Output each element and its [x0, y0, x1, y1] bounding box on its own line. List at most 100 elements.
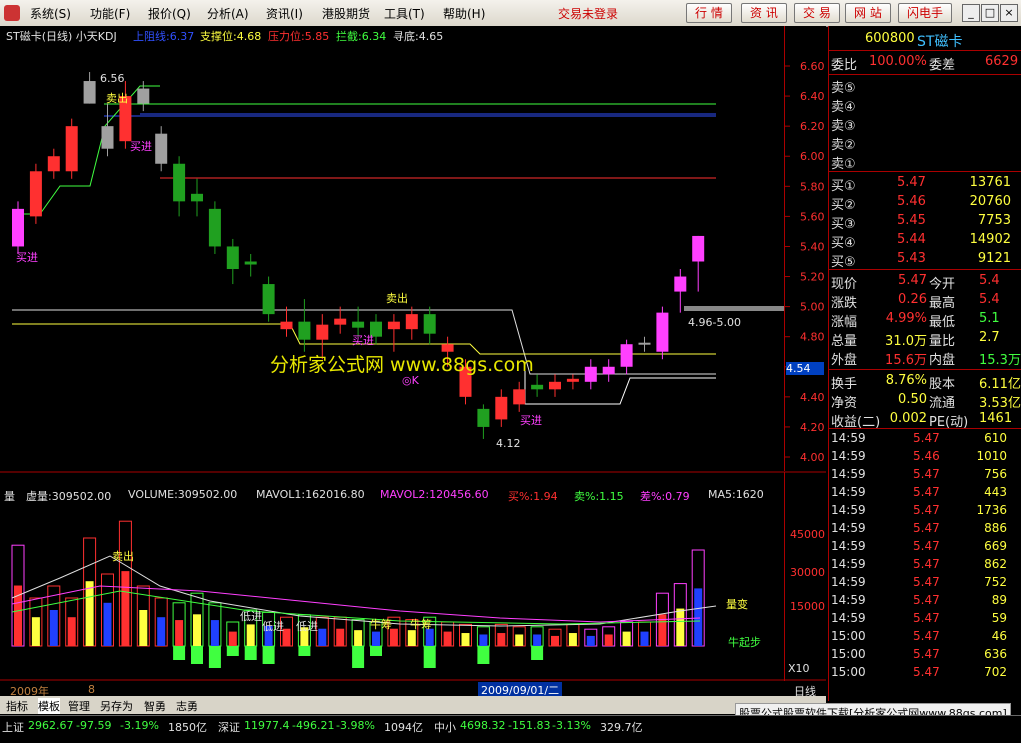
mavol2-line — [11, 585, 701, 623]
tab-template[interactable]: 模板 — [38, 698, 60, 714]
trade-button[interactable]: 交 易 — [794, 3, 840, 23]
menu-system[interactable]: 系统(S) — [30, 5, 71, 22]
menu-info[interactable]: 资讯(I) — [266, 5, 303, 22]
price-tick: 5.80 — [800, 180, 825, 193]
quote-button[interactable]: 行 情 — [686, 3, 732, 23]
tick-volume: 752 — [984, 575, 1007, 589]
index-name: 深证 — [218, 721, 240, 734]
volume-bar-fill — [622, 631, 631, 646]
stock-name: ST磁卡 — [917, 34, 963, 50]
price-tick: 6.20 — [800, 120, 825, 133]
stat2-row: 收益(二) 0.002 PE(动) 1461 — [829, 410, 1021, 430]
buy-level-price: 5.45 — [897, 213, 926, 228]
index-change: -151.83 — [508, 719, 551, 732]
volume-bar-fill — [193, 614, 201, 646]
mavol2-label: MAVOL2:120456.60 — [380, 488, 489, 501]
stat-value: 4.99% — [885, 311, 927, 326]
index-name: 中小 — [434, 721, 456, 734]
stat-value-2: 2.7 — [979, 330, 1000, 345]
vol-axis-45000: 45000 — [790, 528, 825, 541]
buy-level-row: 买⑤ 5.43 9121 — [829, 250, 1021, 270]
stat-value: 31.0万 — [885, 334, 927, 349]
stat2-value: 0.50 — [898, 392, 927, 407]
index-name: 上证 — [2, 721, 24, 734]
volume-bar-down — [244, 646, 257, 660]
menu-analysis[interactable]: 分析(A) — [207, 5, 249, 22]
volume-bar-fill — [407, 630, 416, 646]
menu-quote[interactable]: 报价(Q) — [148, 5, 191, 22]
tab-indicator[interactable]: 指标 — [6, 698, 28, 714]
current-price-tag: 4.54 — [786, 362, 824, 375]
chart-area[interactable]: 6.60 6.40 6.20 6.00 5.80 5.60 5.40 5.20 5.00 4.80… — [0, 26, 826, 681]
stat2-label: 净资 — [831, 396, 858, 411]
buy-level-price: 5.43 — [897, 251, 926, 266]
zoom-x10[interactable]: X10 — [788, 662, 810, 675]
tick-time: 15:00 — [831, 629, 866, 643]
volume-axis-border — [784, 472, 785, 681]
stat-label-2: 量比 — [929, 334, 956, 349]
upper-resistance-label: 上阻线:6.37 — [133, 30, 195, 43]
sell5-label: 卖⑤ — [831, 81, 856, 96]
vol-lowbuy-3: 低进 — [296, 620, 318, 633]
candle-body — [584, 366, 597, 382]
minimize-button[interactable]: _ — [962, 4, 980, 22]
trade-status: 交易未登录 — [558, 7, 619, 21]
tab-zhiyong-1[interactable]: 智勇 — [144, 698, 166, 714]
buy-level-label: 买⑤ — [831, 255, 856, 270]
buy-level-label: 买② — [831, 198, 856, 213]
candle-body — [83, 81, 96, 104]
close-button[interactable]: × — [1000, 4, 1018, 22]
tick-time: 14:59 — [831, 467, 866, 481]
menu-bar: 系统(S) 功能(F) 报价(Q) 分析(A) 资讯(I) 港股期货 工具(T)… — [0, 0, 1021, 27]
menu-help[interactable]: 帮助(H) — [443, 5, 485, 22]
tick-row: 14:59 5.47 59 — [829, 610, 1021, 628]
volume-bar-fill — [461, 633, 470, 646]
tab-save-as[interactable]: 另存为 — [100, 698, 133, 714]
vol-change-label: 量变 — [726, 598, 748, 611]
flash-button[interactable]: 闪电手 — [898, 3, 953, 23]
volume-bar-down — [262, 646, 275, 664]
tick-price: 5.47 — [913, 539, 940, 553]
tick-price: 5.47 — [913, 521, 940, 535]
volume-bar-fill — [694, 588, 703, 646]
tick-price: 5.47 — [913, 665, 940, 679]
buy-level-volume: 14902 — [969, 232, 1011, 247]
volume-bar-fill — [372, 631, 380, 646]
volume-bar-fill — [604, 634, 613, 646]
index-amount: 1850亿 — [168, 721, 207, 734]
tick-price: 5.47 — [913, 611, 940, 625]
stat2-row: 换手 8.76% 股本 6.11亿 — [829, 372, 1021, 392]
tick-volume: 1736 — [976, 503, 1007, 517]
stat-label-2: 最低 — [929, 315, 956, 330]
vol-bull-2: 牛筹 — [410, 618, 432, 631]
stat2-value: 0.002 — [889, 411, 927, 426]
menu-tools[interactable]: 工具(T) — [384, 5, 425, 22]
price-axis: 6.60 6.40 6.20 6.00 5.80 5.60 5.40 5.20 5.00 4.80… — [784, 60, 825, 464]
weicha-label: 委差 — [929, 58, 956, 73]
candle-body — [352, 321, 365, 328]
volume-bar-fill — [497, 633, 506, 646]
tab-manage[interactable]: 管理 — [68, 698, 90, 714]
maximize-button[interactable]: □ — [981, 4, 999, 22]
vol-sell-label: 卖出 — [112, 550, 134, 563]
stat2-value: 8.76% — [885, 373, 927, 388]
website-button[interactable]: 网 站 — [845, 3, 891, 23]
price-tick: 6.40 — [800, 90, 825, 103]
price-tick: 6.00 — [800, 150, 825, 163]
tab-zhiyong-2[interactable]: 志勇 — [176, 698, 198, 714]
menu-function[interactable]: 功能(F) — [90, 5, 130, 22]
candle-body — [280, 321, 293, 330]
stat-row: 涨幅 4.99% 最低 5.1 — [829, 310, 1021, 330]
stat-label: 现价 — [831, 277, 858, 292]
tick-volume: 886 — [984, 521, 1007, 535]
buy-level-price: 5.44 — [897, 232, 926, 247]
news-button[interactable]: 资 讯 — [741, 3, 787, 23]
menu-hk-futures[interactable]: 港股期货 — [322, 5, 370, 22]
buy-level-row: 买④ 5.44 14902 — [829, 231, 1021, 251]
stat-label-2: 今开 — [929, 277, 956, 292]
candle-body — [674, 276, 687, 292]
tick-volume: 1010 — [976, 449, 1007, 463]
candle-body — [477, 408, 490, 427]
volume-bar-fill — [103, 602, 112, 646]
volume-bar-fill — [157, 617, 166, 646]
